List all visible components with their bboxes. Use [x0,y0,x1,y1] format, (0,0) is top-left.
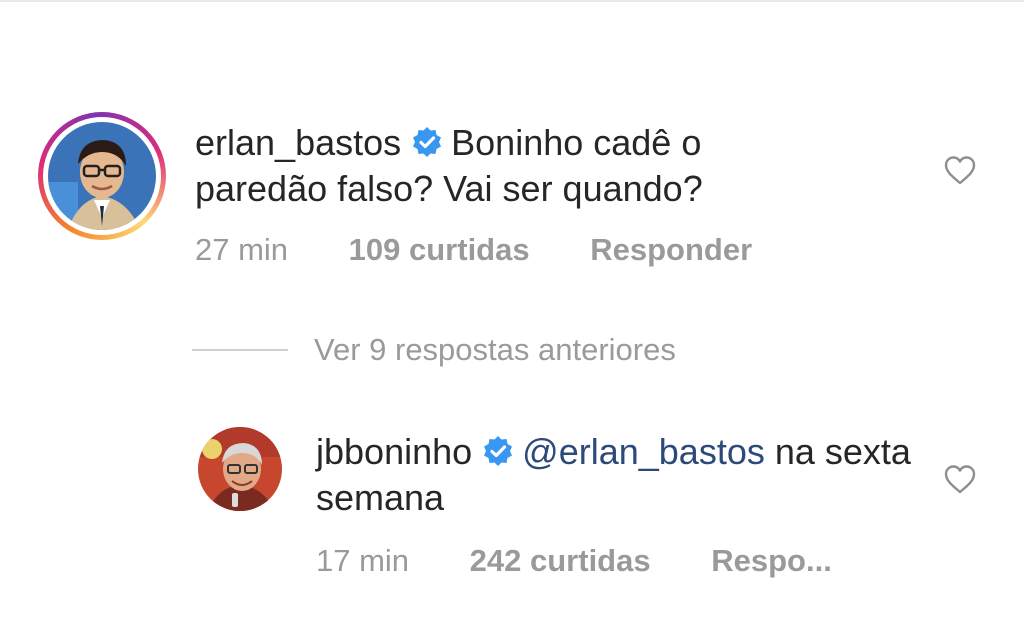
comment-likes[interactable]: 109 curtidas [349,232,530,267]
comment-likes[interactable]: 242 curtidas [470,543,651,578]
story-ring[interactable] [38,112,166,240]
avatar[interactable] [48,122,156,230]
reply-button[interactable]: Responder [590,232,752,267]
comment-item: erlan_bastos Boninho cadê o paredão falso… [38,108,1018,278]
verified-badge-icon [484,436,513,467]
reply-item: jbboninho @erlan_bastos na sexta semana 1… [198,425,1018,595]
comment-meta: 27 min 109 curtidas Responder [195,232,804,268]
reply-button[interactable]: Respo... [711,543,832,578]
mention-link[interactable]: @erlan_bastos [522,431,765,472]
comments-screen: erlan_bastos Boninho cadê o paredão falso… [0,0,1024,637]
comment-time: 27 min [195,232,289,267]
heart-outline-icon[interactable] [943,154,977,188]
avatar[interactable] [198,427,282,511]
heart-outline-icon[interactable] [943,463,977,497]
comment-text: erlan_bastos Boninho cadê o paredão falso… [195,120,835,212]
comment-text: jbboninho @erlan_bastos na sexta semana [316,429,916,521]
top-divider [0,0,1024,2]
comment-meta: 17 min 242 curtidas Respo... [316,543,884,579]
comment-username[interactable]: erlan_bastos [195,122,401,163]
view-replies-label[interactable]: Ver 9 respostas anteriores [314,332,676,368]
verified-badge-icon [413,127,442,158]
comment-time: 17 min [316,543,410,578]
comment-username[interactable]: jbboninho [316,431,472,472]
view-previous-replies[interactable]: Ver 9 respostas anteriores [192,330,676,370]
replies-divider [192,349,288,351]
